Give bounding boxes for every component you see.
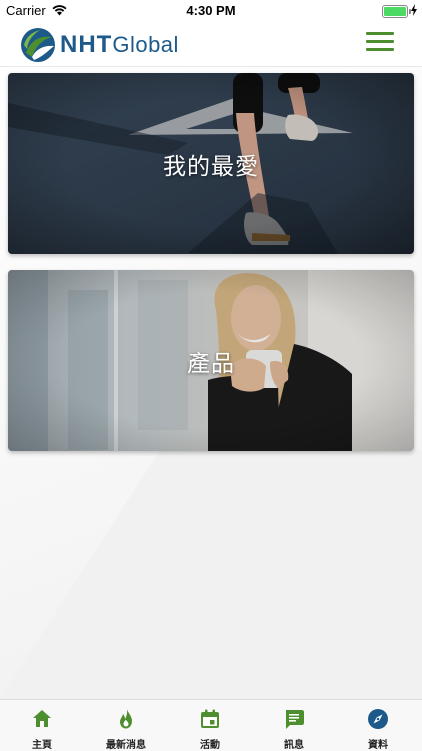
logo-primary-text: NHT [60, 31, 113, 58]
clock-time: 4:30 PM [186, 3, 236, 18]
tab-messages-label: 訊息 [284, 740, 304, 751]
app-header: NHTGlobal [0, 22, 422, 67]
favorites-card[interactable]: 我的最愛 [8, 73, 414, 254]
products-card-label: 產品 [187, 350, 235, 377]
tab-events[interactable]: 活動 [168, 700, 252, 751]
tab-home-label: 主頁 [32, 740, 52, 751]
tab-latest-news-label: 最新消息 [106, 740, 146, 751]
battery-icon [382, 5, 411, 18]
hamburger-menu-icon[interactable] [366, 32, 394, 54]
tab-events-label: 活動 [200, 740, 220, 751]
home-content: 我的最愛 產品 [0, 67, 422, 699]
tab-resources[interactable]: 資料 [336, 700, 420, 751]
favorites-card-label: 我的最愛 [163, 153, 259, 180]
tab-latest-news[interactable]: 最新消息 [84, 700, 168, 751]
flame-icon [120, 709, 132, 729]
tab-messages[interactable]: 訊息 [252, 700, 336, 751]
compass-icon [368, 709, 388, 729]
brand-logo-text: NHTGlobal [60, 31, 179, 59]
home-icon [33, 710, 51, 727]
calendar-icon [201, 709, 219, 728]
tab-home[interactable]: 主頁 [0, 700, 84, 751]
nht-logo-mark-icon [21, 28, 55, 62]
charging-bolt-icon [411, 4, 417, 16]
chat-icon [286, 710, 304, 729]
bottom-tab-bar: 主頁 最新消息 活動 訊息 資料 [0, 699, 422, 751]
status-bar: Carrier 4:30 PM [0, 0, 422, 22]
logo-secondary-text: Global [112, 32, 179, 57]
tab-resources-label: 資料 [368, 740, 388, 751]
products-card[interactable]: 產品 [8, 270, 414, 451]
